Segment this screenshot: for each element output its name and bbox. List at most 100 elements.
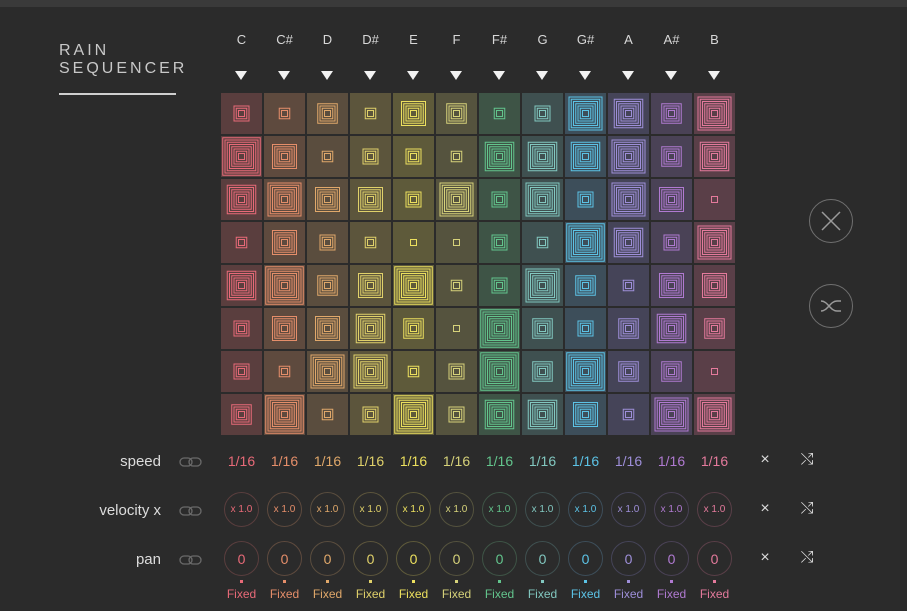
grid-cell[interactable] [565, 136, 606, 177]
grid-cell[interactable] [479, 351, 520, 392]
grid-cell[interactable] [264, 179, 305, 220]
pan-mode-label[interactable]: Fixed [392, 587, 435, 601]
velocity-knob[interactable]: x 1.0 [568, 492, 603, 527]
velocity-knob[interactable]: x 1.0 [224, 492, 259, 527]
grid-cell[interactable] [393, 222, 434, 263]
grid-cell[interactable] [522, 222, 563, 263]
grid-cell[interactable] [307, 136, 348, 177]
grid-cell[interactable] [694, 351, 735, 392]
speed-value[interactable]: 1/16 [521, 453, 564, 469]
pan-knob[interactable]: 0 [611, 541, 646, 576]
grid-cell[interactable] [221, 93, 262, 134]
link-icon[interactable] [179, 504, 203, 518]
grid-cell[interactable] [565, 394, 606, 435]
column-drop-arrow-icon[interactable] [321, 71, 333, 80]
grid-cell[interactable] [694, 136, 735, 177]
grid-cell[interactable] [436, 265, 477, 306]
grid-cell[interactable] [436, 93, 477, 134]
grid-cell[interactable] [307, 222, 348, 263]
grid-cell[interactable] [651, 308, 692, 349]
column-drop-arrow-icon[interactable] [278, 71, 290, 80]
pan-mode-label[interactable]: Fixed [220, 587, 263, 601]
pan-mode-label[interactable]: Fixed [650, 587, 693, 601]
grid-cell[interactable] [393, 394, 434, 435]
grid-cell[interactable] [221, 308, 262, 349]
grid-cell[interactable] [393, 308, 434, 349]
grid-cell[interactable] [565, 308, 606, 349]
column-drop-arrow-icon[interactable] [665, 71, 677, 80]
pan-mode-label[interactable]: Fixed [349, 587, 392, 601]
pan-knob[interactable]: 0 [482, 541, 517, 576]
grid-cell[interactable] [264, 394, 305, 435]
grid-cell[interactable] [350, 351, 391, 392]
velocity-knob[interactable]: x 1.0 [611, 492, 646, 527]
grid-cell[interactable] [608, 222, 649, 263]
grid-cell[interactable] [307, 179, 348, 220]
pan-mode-label[interactable]: Fixed [564, 587, 607, 601]
pan-knob[interactable]: 0 [654, 541, 689, 576]
link-icon[interactable] [179, 455, 203, 469]
speed-value[interactable]: 1/16 [650, 453, 693, 469]
pan-knob[interactable]: 0 [697, 541, 732, 576]
speed-value[interactable]: 1/16 [263, 453, 306, 469]
grid-cell[interactable] [522, 265, 563, 306]
grid-cell[interactable] [221, 179, 262, 220]
speed-value[interactable]: 1/16 [220, 453, 263, 469]
pan-mode-label[interactable]: Fixed [521, 587, 564, 601]
grid-cell[interactable] [565, 93, 606, 134]
grid-cell[interactable] [436, 136, 477, 177]
column-drop-arrow-icon[interactable] [450, 71, 462, 80]
grid-cell[interactable] [651, 394, 692, 435]
grid-cell[interactable] [350, 222, 391, 263]
pan-knob[interactable]: 0 [396, 541, 431, 576]
pan-mode-label[interactable]: Fixed [306, 587, 349, 601]
grid-cell[interactable] [393, 265, 434, 306]
speed-shuffle-button[interactable]: ⤭ [797, 451, 817, 469]
grid-cell[interactable] [608, 394, 649, 435]
grid-cell[interactable] [221, 394, 262, 435]
pan-knob[interactable]: 0 [568, 541, 603, 576]
grid-cell[interactable] [436, 308, 477, 349]
grid-cell[interactable] [307, 394, 348, 435]
grid-cell[interactable] [522, 179, 563, 220]
velocity-knob[interactable]: x 1.0 [482, 492, 517, 527]
grid-cell[interactable] [264, 351, 305, 392]
velocity-knob[interactable]: x 1.0 [697, 492, 732, 527]
grid-cell[interactable] [350, 265, 391, 306]
pan-knob[interactable]: 0 [267, 541, 302, 576]
grid-cell[interactable] [479, 308, 520, 349]
velocity-knob[interactable]: x 1.0 [353, 492, 388, 527]
speed-value[interactable]: 1/16 [564, 453, 607, 469]
grid-cell[interactable] [479, 265, 520, 306]
pan-mode-label[interactable]: Fixed [693, 587, 736, 601]
speed-value[interactable]: 1/16 [392, 453, 435, 469]
pan-mode-label[interactable]: Fixed [435, 587, 478, 601]
grid-cell[interactable] [264, 222, 305, 263]
grid-cell[interactable] [694, 93, 735, 134]
column-drop-arrow-icon[interactable] [407, 71, 419, 80]
grid-cell[interactable] [393, 136, 434, 177]
velocity-knob[interactable]: x 1.0 [310, 492, 345, 527]
velocity-knob[interactable]: x 1.0 [396, 492, 431, 527]
grid-cell[interactable] [479, 93, 520, 134]
grid-cell[interactable] [651, 265, 692, 306]
column-drop-arrow-icon[interactable] [235, 71, 247, 80]
clear-all-button[interactable] [809, 199, 853, 243]
grid-cell[interactable] [479, 179, 520, 220]
grid-cell[interactable] [307, 93, 348, 134]
grid-cell[interactable] [436, 351, 477, 392]
grid-cell[interactable] [350, 308, 391, 349]
pan-knob[interactable]: 0 [525, 541, 560, 576]
grid-cell[interactable] [522, 351, 563, 392]
grid-cell[interactable] [694, 179, 735, 220]
column-drop-arrow-icon[interactable] [708, 71, 720, 80]
grid-cell[interactable] [350, 136, 391, 177]
grid-cell[interactable] [221, 222, 262, 263]
grid-cell[interactable] [694, 265, 735, 306]
column-drop-arrow-icon[interactable] [364, 71, 376, 80]
speed-value[interactable]: 1/16 [349, 453, 392, 469]
grid-cell[interactable] [651, 136, 692, 177]
grid-cell[interactable] [393, 351, 434, 392]
grid-cell[interactable] [436, 179, 477, 220]
grid-cell[interactable] [694, 308, 735, 349]
